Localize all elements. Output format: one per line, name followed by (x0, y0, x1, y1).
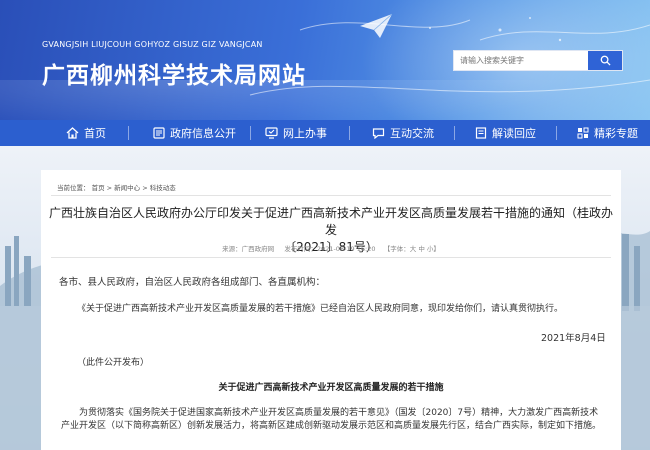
article-publish-time: 发布时间：2021-08-19 16:20 (284, 245, 376, 253)
breadcrumb-separator: > (142, 184, 150, 192)
public-release-note: （此件公开发布） (77, 358, 150, 368)
nav-item-topics[interactable]: 精彩专题 (577, 120, 638, 146)
nav-label-interaction: 互动交流 (390, 127, 434, 140)
chat-icon (372, 127, 385, 139)
breadcrumb-link-home[interactable]: 首页 (92, 184, 105, 192)
divider (51, 257, 611, 258)
nav-label-interpret: 解读回应 (492, 127, 536, 140)
online-service-icon (265, 127, 278, 139)
nav-divider (250, 126, 251, 140)
nav-item-home[interactable]: 首页 (66, 120, 106, 146)
breadcrumb-link-news[interactable]: 新闻中心 (114, 184, 140, 192)
nav-item-gov-info[interactable]: 政府信息公开 (153, 120, 236, 146)
breadcrumb: 当前位置： 首页 > 新闻中心 > 科技动态 (57, 182, 176, 192)
search-icon (600, 55, 611, 66)
nav-divider (349, 126, 350, 140)
nav-divider (556, 126, 557, 140)
breadcrumb-prefix: 当前位置： (57, 184, 90, 192)
article-card: 当前位置： 首页 > 新闻中心 > 科技动态 广西壮族自治区人民政府办公厅印发关… (41, 170, 621, 450)
document-date: 2021年8月4日 (541, 333, 606, 344)
search-input[interactable] (454, 51, 588, 70)
main-nav: 首页 政府信息公开 网上办事 互动交流 解读回应 精彩专题 (0, 120, 650, 146)
nav-divider (454, 126, 455, 140)
nav-item-online-service[interactable]: 网上办事 (265, 120, 327, 146)
font-size-medium[interactable]: 中 (418, 245, 425, 253)
nav-label-topics: 精彩专题 (594, 127, 638, 140)
nav-item-interaction[interactable]: 互动交流 (372, 120, 434, 146)
nav-divider (128, 126, 129, 140)
paper-plane-icon (360, 13, 393, 38)
home-icon (66, 127, 79, 139)
gov-info-icon (153, 127, 165, 139)
font-size-large[interactable]: 大 (410, 245, 417, 253)
article-meta: 来源：广西政府网 发布时间：2021-08-19 16:20 【字体：大 中 小… (41, 243, 621, 253)
search-box (453, 50, 623, 71)
divider (51, 195, 611, 196)
nav-label-online-service: 网上办事 (283, 127, 327, 140)
salutation: 各市、县人民政府，自治区人民政府各组成部门、各直属机构： (59, 277, 326, 288)
nav-label-gov-info: 政府信息公开 (170, 127, 236, 140)
nav-label-home: 首页 (84, 127, 106, 140)
search-button[interactable] (588, 51, 622, 70)
body-paragraph: 为贯彻落实《国务院关于促进国家高新技术产业开发区高质量发展的若干意见》（国发〔2… (61, 408, 602, 431)
site-pinyin-title: GVANGJSIH LIUJCOUH GOHYOZ GISUZ GIZ VANG… (42, 40, 263, 49)
topic-icon (577, 127, 589, 139)
font-size-label: 【字体： (383, 245, 410, 253)
breadcrumb-link-tech[interactable]: 科技动态 (150, 184, 176, 192)
interpret-icon (475, 127, 487, 139)
section-title: 关于促进广西高新技术产业开发区高质量发展的若干措施 (218, 383, 444, 393)
article-source: 来源：广西政府网 (222, 245, 275, 253)
site-title[interactable]: 广西柳州科学技术局网站 (42, 56, 306, 90)
site-header-banner: GVANGJSIH LIUJCOUH GOHYOZ GISUZ GIZ VANG… (0, 0, 650, 120)
nav-item-interpret[interactable]: 解读回应 (475, 120, 536, 146)
notice-paragraph: 《关于促进广西高新技术产业开发区高质量发展的若干措施》已经自治区人民政府同意，现… (77, 304, 564, 314)
article-title-line1: 广西壮族自治区人民政府办公厅印发关于促进广西高新技术产业开发区高质量发展若干措施… (49, 206, 614, 237)
font-size-end: 】 (433, 245, 440, 253)
